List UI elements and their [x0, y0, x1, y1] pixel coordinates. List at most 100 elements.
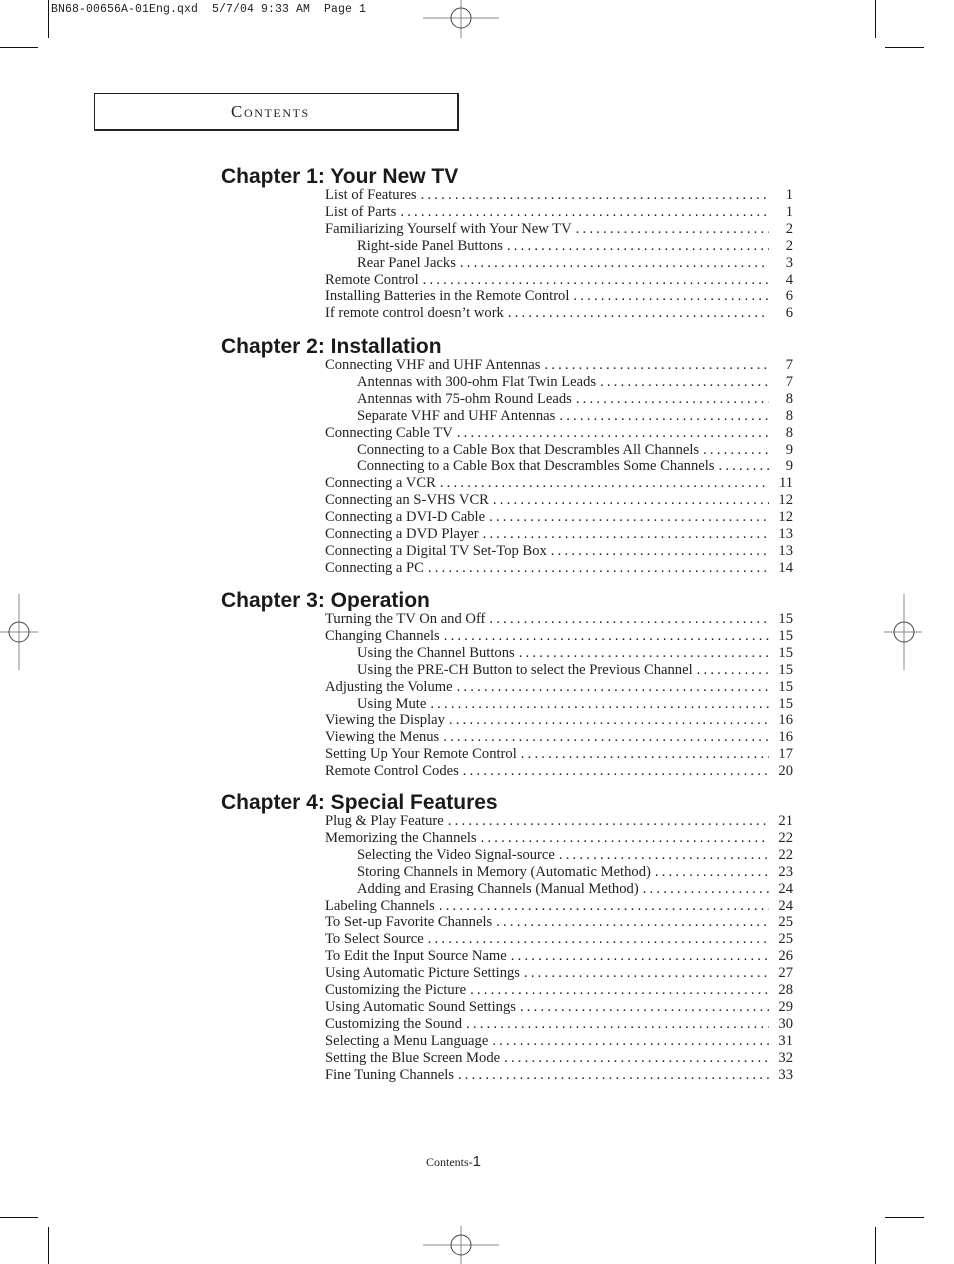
toc-dot-leader: ........................................…	[600, 373, 769, 390]
toc-entry[interactable]: Installing Batteries in the Remote Contr…	[325, 288, 793, 306]
toc-entry-title: Remote Control Codes	[325, 763, 463, 781]
toc-entry[interactable]: Using Automatic Sound Settings..........…	[325, 998, 793, 1016]
toc-subentry[interactable]: Using Mute..............................…	[357, 695, 793, 713]
toc-entry-title: Adding and Erasing Channels (Manual Meth…	[357, 880, 643, 898]
toc-dot-leader: ........................................…	[518, 644, 769, 661]
toc-entry-title: Right-side Panel Buttons	[357, 237, 507, 255]
toc-entry[interactable]: Plug & Play Feature.....................…	[325, 813, 793, 830]
toc-subentry[interactable]: Antennas with 300-ohm Flat Twin Leads...…	[357, 373, 793, 391]
toc-entry-title: Connecting an S-VHS VCR	[325, 492, 493, 510]
toc-dot-leader: ........................................…	[492, 492, 769, 509]
toc-subentry[interactable]: Right-side Panel Buttons................…	[357, 237, 793, 255]
toc-entry-title: To Select Source	[325, 931, 428, 949]
toc-page-number: 25	[778, 931, 793, 948]
crop-mark-bottom-left-vertical	[48, 1227, 49, 1264]
toc-entry-title: Using Automatic Sound Settings	[325, 998, 520, 1016]
toc-entry[interactable]: Connecting a DVI-D Cable................…	[325, 509, 793, 527]
toc-entry[interactable]: Customizing the Sound...................…	[325, 1015, 793, 1033]
toc-subentry[interactable]: Connecting to a Cable Box that Descrambl…	[357, 458, 793, 476]
toc-entry[interactable]: Changing Channels.......................…	[325, 627, 793, 645]
toc-page-number: 13	[778, 526, 793, 542]
toc-entry-title: Plug & Play Feature	[325, 813, 448, 830]
toc-entry[interactable]: Selecting a Menu Language...............…	[325, 1032, 793, 1050]
toc-entry[interactable]: Connecting VHF and UHF Antennas.........…	[325, 357, 793, 374]
chapter-heading: Chapter 1: Your New TV	[221, 165, 459, 188]
toc-page-number: 16	[778, 729, 793, 746]
toc-entry[interactable]: Connecting a Digital TV Set-Top Box.....…	[325, 542, 793, 560]
toc-subentry[interactable]: Selecting the Video Signal-source.......…	[357, 846, 793, 864]
toc-entry[interactable]: Connecting a VCR........................…	[325, 475, 793, 493]
toc-dot-leader: ........................................…	[520, 746, 769, 763]
toc-page-number: 24	[778, 880, 793, 897]
toc-entry-title: If remote control doesn’t work	[325, 305, 508, 323]
toc-entry[interactable]: List of Features........................…	[325, 187, 793, 204]
toc-entry[interactable]: Connecting a PC.........................…	[325, 559, 793, 577]
toc-dot-leader: ........................................…	[459, 254, 769, 271]
toc-entry[interactable]: Viewing the Display.....................…	[325, 712, 793, 730]
toc-page-number: 28	[778, 982, 793, 998]
toc-entry[interactable]: List of Parts...........................…	[325, 203, 793, 221]
contents-title: Contents	[231, 102, 310, 121]
toc-entry[interactable]: Customizing the Picture.................…	[325, 982, 793, 999]
toc-entry-title: Installing Batteries in the Remote Contr…	[325, 288, 574, 306]
toc-page-number: 15	[778, 611, 793, 627]
toc-entry-title: Viewing the Display	[325, 712, 449, 730]
toc-entry[interactable]: Connecting a DVD Player.................…	[325, 526, 793, 543]
crop-mark-top-left-horizontal	[0, 47, 38, 48]
toc-entry[interactable]: Turning the TV On and Off...............…	[325, 611, 793, 628]
toc-entry[interactable]: Familiarizing Yourself with Your New TV.…	[325, 220, 793, 238]
toc-entry[interactable]: Fine Tuning Channels....................…	[325, 1066, 793, 1084]
toc-page-number: 15	[778, 627, 793, 644]
toc-page-number: 26	[778, 948, 793, 965]
toc-entry[interactable]: Labeling Channels.......................…	[325, 897, 793, 915]
toc-dot-leader: ........................................…	[510, 948, 769, 965]
toc-entry-title: Adjusting the Volume	[325, 678, 457, 696]
toc-page-number: 29	[778, 998, 793, 1015]
toc-subentry[interactable]: Connecting to a Cable Box that Descrambl…	[357, 441, 793, 459]
toc-dot-leader: ........................................…	[447, 813, 769, 829]
toc-entry[interactable]: Connecting Cable TV.....................…	[325, 424, 793, 442]
toc-entry[interactable]: Viewing the Menus.......................…	[325, 729, 793, 747]
registration-mark-bottom-icon	[423, 1226, 499, 1264]
toc-subentry[interactable]: Separate VHF and UHF Antennas...........…	[357, 407, 793, 425]
toc-entry[interactable]: Adjusting the Volume....................…	[325, 678, 793, 696]
toc-entry[interactable]: To Edit the Input Source Name...........…	[325, 948, 793, 966]
toc-entry[interactable]: If remote control doesn’t work..........…	[325, 305, 793, 323]
toc-entry-title: Selecting the Video Signal-source	[357, 846, 559, 864]
toc-entry-title: Connecting a DVI-D Cable	[325, 509, 490, 527]
toc-page-number: 22	[778, 846, 793, 863]
toc-entry-title: Rear Panel Jacks	[357, 254, 460, 272]
toc-entry-title: Connecting to a Cable Box that Descrambl…	[357, 458, 719, 476]
toc-entry-title: Labeling Channels	[325, 897, 439, 915]
toc-page-number: 17	[778, 746, 793, 763]
toc-entry[interactable]: Setting the Blue Screen Mode............…	[325, 1049, 793, 1067]
toc-subentry[interactable]: Rear Panel Jacks........................…	[357, 254, 793, 272]
toc-dot-leader: ........................................…	[427, 559, 769, 576]
toc-page-number: 13	[778, 542, 793, 559]
toc-subentry[interactable]: Using the PRE-CH Button to select the Pr…	[357, 661, 793, 679]
toc-subentry[interactable]: Using the Channel Buttons...............…	[357, 644, 793, 662]
toc-entry[interactable]: Remote Control Codes....................…	[325, 763, 793, 781]
toc-entry[interactable]: To Set-up Favorite Channels.............…	[325, 914, 793, 932]
toc-entry[interactable]: Using Automatic Picture Settings........…	[325, 965, 793, 983]
toc-dot-leader: ........................................…	[438, 897, 769, 914]
toc-entry[interactable]: Memorizing the Channels.................…	[325, 829, 793, 847]
toc-entry[interactable]: To Select Source........................…	[325, 931, 793, 949]
toc-dot-leader: ........................................…	[470, 982, 769, 998]
toc-entry[interactable]: Connecting an S-VHS VCR.................…	[325, 492, 793, 510]
toc-dot-leader: ........................................…	[480, 829, 769, 846]
toc-subentry[interactable]: Antennas with 75-ohm Round Leads........…	[357, 390, 793, 408]
toc-page-number: 12	[778, 492, 793, 509]
toc-entry[interactable]: Remote Control..........................…	[325, 271, 793, 289]
toc-page-number: 11	[778, 475, 793, 492]
toc-subentry[interactable]: Adding and Erasing Channels (Manual Meth…	[357, 880, 793, 898]
toc-dot-leader: ........................................…	[696, 661, 769, 678]
registration-mark-top-icon	[423, 0, 499, 38]
toc-subentry[interactable]: Storing Channels in Memory (Automatic Me…	[357, 863, 793, 881]
toc-dot-leader: ........................................…	[718, 458, 769, 475]
toc-entry[interactable]: Setting Up Your Remote Control..........…	[325, 746, 793, 764]
toc-dot-leader: ........................................…	[439, 475, 769, 492]
toc-dot-leader: ........................................…	[448, 712, 769, 729]
toc-page-number: 2	[785, 220, 793, 237]
toc-dot-leader: ........................................…	[462, 763, 769, 780]
